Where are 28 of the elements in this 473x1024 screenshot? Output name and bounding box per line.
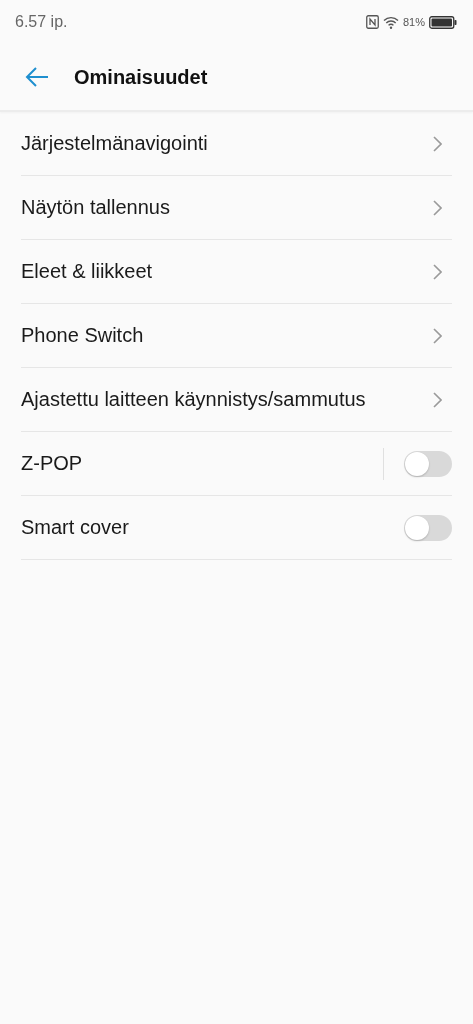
item-label: Eleet & liikkeet (21, 260, 154, 283)
settings-item[interactable]: Eleet & liikkeet (21, 240, 452, 304)
item-label: Phone Switch (21, 324, 145, 347)
settings-item[interactable]: Z-POP (21, 432, 452, 496)
chevron-right-icon (433, 135, 442, 152)
settings-item[interactable]: Phone Switch (21, 304, 452, 368)
item-label: Smart cover (21, 516, 130, 539)
settings-item[interactable]: Näytön tallennus (21, 176, 452, 240)
battery-percent: 81% (402, 16, 425, 28)
page-title: Ominaisuudet (74, 65, 208, 89)
back-arrow-icon (25, 67, 49, 87)
item-label: Ajastettu laitteen käynnistys/sammutus (21, 388, 367, 411)
item-label: Näytön tallennus (21, 196, 171, 219)
item-label: Järjestelmänavigointi (21, 132, 209, 155)
chevron-right-icon (433, 327, 442, 344)
chevron-right-icon (433, 391, 442, 408)
settings-item[interactable]: Smart cover (21, 496, 452, 560)
toggle-switch[interactable] (404, 450, 452, 477)
chevron-right-icon (433, 263, 442, 280)
wifi-icon (382, 15, 399, 29)
toggle-switch[interactable] (404, 514, 452, 541)
battery-icon (429, 15, 457, 29)
chevron-right-icon (433, 199, 442, 216)
settings-item[interactable]: Järjestelmänavigointi (21, 112, 452, 176)
item-label: Z-POP (21, 452, 84, 475)
nfc-icon (365, 15, 379, 29)
settings-item[interactable]: Ajastettu laitteen käynnistys/sammutus (21, 368, 452, 432)
status-time: 6.57 ip. (15, 13, 68, 31)
